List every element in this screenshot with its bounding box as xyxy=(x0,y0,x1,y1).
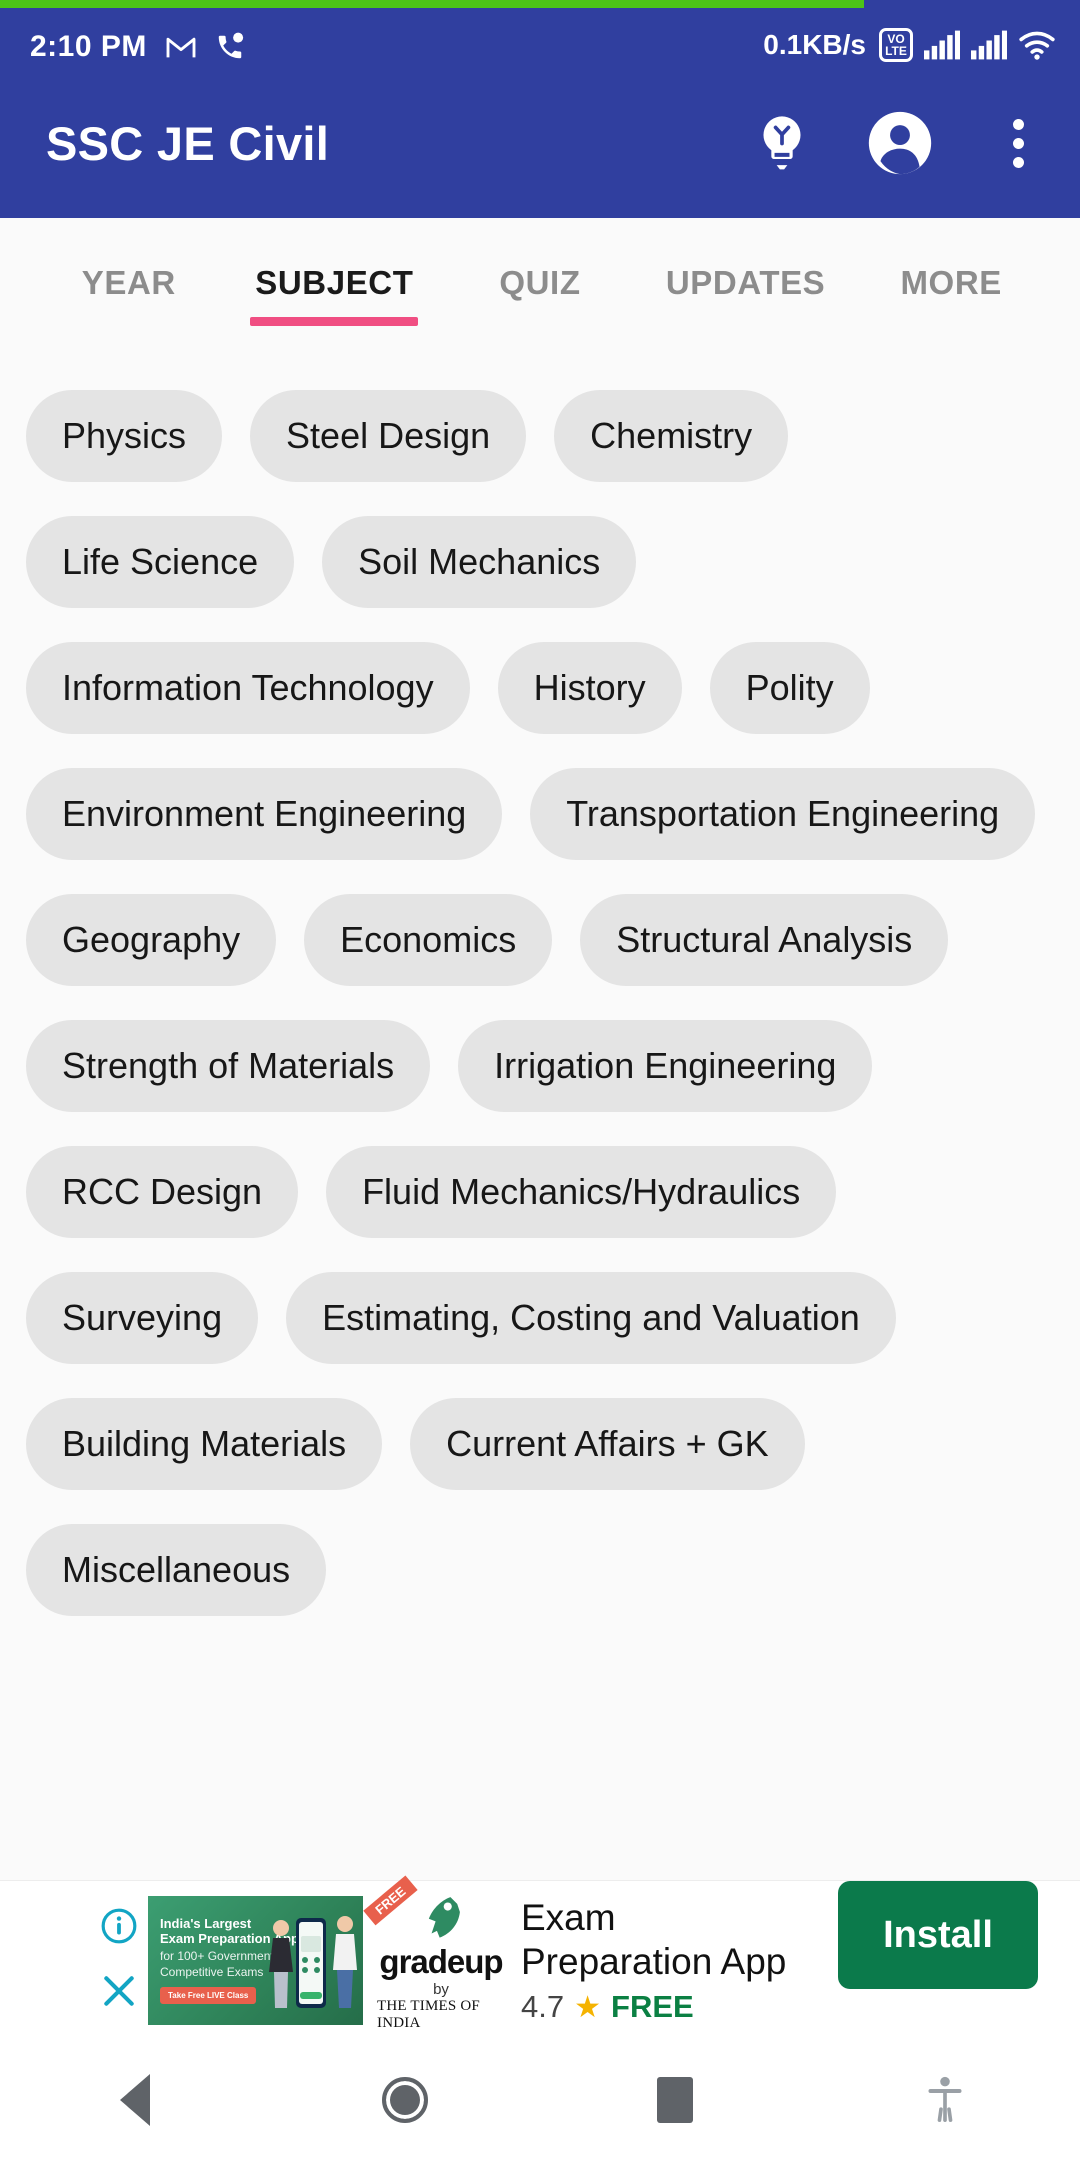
subject-chip[interactable]: Strength of Materials xyxy=(26,1020,431,1112)
subject-chip[interactable]: Miscellaneous xyxy=(26,1524,327,1616)
recents-button[interactable] xyxy=(540,2077,810,2123)
ad-controls xyxy=(90,1881,148,2040)
home-button[interactable] xyxy=(270,2077,540,2123)
signal-1-icon xyxy=(924,30,960,60)
subject-chip[interactable]: Soil Mechanics xyxy=(322,516,637,608)
loading-progress-bar xyxy=(0,0,1080,8)
ad-thumb-cta: Take Free LIVE Class xyxy=(160,1987,257,2005)
app-title: SSC JE Civil xyxy=(46,116,330,170)
subject-chip-list: Physics Steel Design Chemistry Life Science… xyxy=(0,390,1080,1616)
subject-chip[interactable]: Structural Analysis xyxy=(580,894,949,986)
subject-chip[interactable]: Geography xyxy=(26,894,277,986)
kebab-dot-2 xyxy=(1012,137,1024,149)
ad-title-line1: Exam xyxy=(521,1896,616,1938)
ad-title-line2: Preparation App xyxy=(521,1940,787,1982)
ad-body: FREE gradeup by THE TIMES OF INDIA Exam … xyxy=(363,1875,838,2040)
ad-logo-word: gradeup xyxy=(379,1943,503,1980)
install-button[interactable]: Install xyxy=(838,1881,1038,1989)
ad-text: Exam Preparation App 4.7 ★ FREE xyxy=(521,1896,838,2025)
tab-label: YEAR xyxy=(81,264,176,301)
close-icon[interactable] xyxy=(100,1972,138,2015)
tab-label: QUIZ xyxy=(499,264,581,301)
loading-progress-fill xyxy=(0,0,864,8)
tab-year[interactable]: YEAR xyxy=(26,218,232,348)
back-button[interactable] xyxy=(0,2074,270,2126)
subject-chip[interactable]: Surveying xyxy=(26,1272,259,1364)
subject-chip[interactable]: Transportation Engineering xyxy=(530,768,1036,860)
recents-icon xyxy=(657,2077,693,2123)
subject-chip[interactable]: Environment Engineering xyxy=(26,768,503,860)
tab-updates[interactable]: UPDATES xyxy=(643,218,849,348)
subject-chip[interactable]: Physics xyxy=(26,390,223,482)
overflow-menu-icon[interactable] xyxy=(982,107,1054,179)
app-bar: SSC JE Civil xyxy=(0,68,1080,218)
gradeup-logo-icon xyxy=(428,1897,460,1938)
volte-icon: VO LTE xyxy=(879,28,913,62)
ad-logo-by: by xyxy=(433,1981,449,1998)
tab-active-indicator xyxy=(250,317,419,326)
subject-chip[interactable]: RCC Design xyxy=(26,1146,299,1238)
system-navigation-bar xyxy=(0,2040,1080,2160)
network-speed-label: 0.1KB/s xyxy=(763,29,866,60)
status-bar-right: 0.1KB/s VO LTE xyxy=(763,28,1056,62)
account-icon[interactable] xyxy=(864,107,936,179)
ad-thumbnail-illustration xyxy=(269,1916,357,2008)
subject-chip[interactable]: Life Science xyxy=(26,516,295,608)
gmail-icon xyxy=(165,34,197,60)
subject-chip[interactable]: Steel Design xyxy=(250,390,527,482)
wifi-icon xyxy=(1018,29,1056,61)
kebab-dot-3 xyxy=(1012,156,1024,168)
star-icon: ★ xyxy=(574,1990,602,2024)
subject-chip[interactable]: Current Affairs + GK xyxy=(410,1398,805,1490)
tab-bar: YEAR SUBJECT QUIZ UPDATES MORE xyxy=(0,218,1080,348)
app-screen: 2:10 PM 0.1KB/s VO LTE SSC JE Civil YEAR… xyxy=(0,0,1080,2160)
subject-chip[interactable]: Information Technology xyxy=(26,642,470,734)
subject-chip[interactable]: Estimating, Costing and Valuation xyxy=(286,1272,896,1364)
subject-chip[interactable]: Chemistry xyxy=(554,390,789,482)
tab-subject[interactable]: SUBJECT xyxy=(232,218,438,348)
accessibility-button[interactable] xyxy=(810,2074,1080,2126)
tab-label: MORE xyxy=(900,264,1002,301)
subject-chip[interactable]: History xyxy=(497,642,682,734)
ad-free-ribbon: FREE xyxy=(363,1875,418,1926)
ad-rating: 4.7 xyxy=(521,1989,565,2025)
subject-chip[interactable]: Building Materials xyxy=(26,1398,383,1490)
call-icon xyxy=(215,32,245,62)
subject-chip[interactable]: Polity xyxy=(709,642,870,734)
back-icon xyxy=(120,2074,150,2126)
app-bar-actions xyxy=(746,107,1054,179)
accessibility-icon xyxy=(928,2076,962,2122)
tab-quiz[interactable]: QUIZ xyxy=(437,218,643,348)
subject-chip[interactable]: Fluid Mechanics/Hydraulics xyxy=(326,1146,837,1238)
info-icon[interactable] xyxy=(100,1907,138,1950)
ad-thumbnail[interactable]: India's Largest Exam Preparation App for… xyxy=(148,1896,363,2025)
lightbulb-icon[interactable] xyxy=(746,107,818,179)
ad-meta: 4.7 ★ FREE xyxy=(521,1989,838,2025)
home-icon xyxy=(382,2077,428,2123)
volte-bottom-label: LTE xyxy=(885,44,907,58)
tab-label: SUBJECT xyxy=(255,264,414,301)
subject-chip[interactable]: Irrigation Engineering xyxy=(458,1020,873,1112)
status-clock: 2:10 PM xyxy=(30,30,147,63)
status-bar-left: 2:10 PM xyxy=(30,32,245,62)
subject-chip[interactable]: Economics xyxy=(304,894,553,986)
tab-more[interactable]: MORE xyxy=(848,218,1054,348)
tab-label: UPDATES xyxy=(665,264,826,301)
ad-banner[interactable]: India's Largest Exam Preparation App for… xyxy=(0,1875,1080,2040)
ad-logo: FREE gradeup by THE TIMES OF INDIA xyxy=(363,1875,505,2032)
signal-2-icon xyxy=(971,30,1007,60)
ad-price: FREE xyxy=(611,1989,694,2025)
kebab-dot-1 xyxy=(1012,118,1024,130)
ad-logo-publisher: THE TIMES OF INDIA xyxy=(377,1998,480,2031)
status-bar: 2:10 PM 0.1KB/s VO LTE xyxy=(0,0,1080,68)
